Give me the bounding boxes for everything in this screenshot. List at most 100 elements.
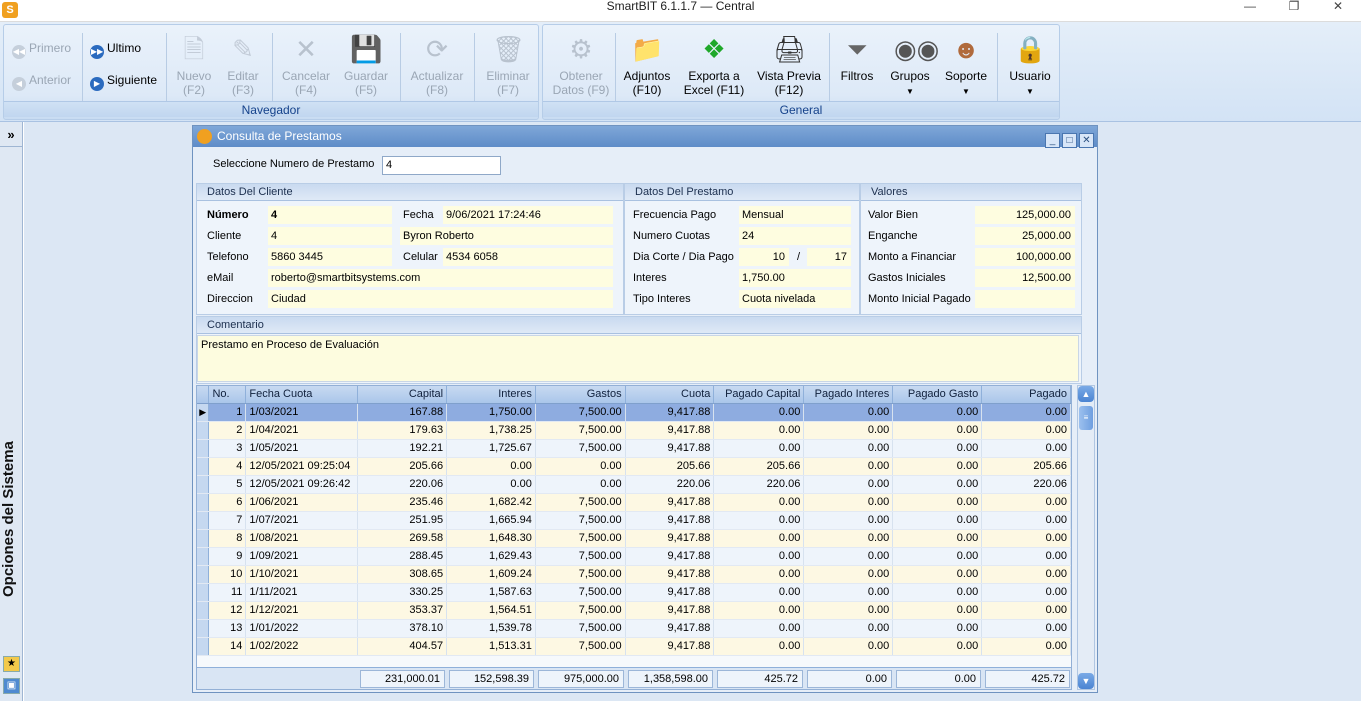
maximize-button[interactable]: ❐ <box>1271 0 1317 13</box>
usuario-button[interactable]: 🔒 Usuario ▼ <box>1003 29 1057 103</box>
column-header[interactable]: Cuota <box>625 386 715 404</box>
column-header[interactable]: No. <box>208 386 247 404</box>
obtener-button[interactable]: ⚙ Obtener Datos (F9) <box>549 29 613 103</box>
table-row[interactable]: 4 12/05/2021 09:25:04 205.66 0.00 0.00 205.66… <box>197 457 1071 476</box>
column-header[interactable]: Interes <box>446 386 536 404</box>
expand-sidebar-button[interactable]: » <box>0 125 22 147</box>
table-cell: 0.00 <box>803 529 894 548</box>
row-indicator[interactable] <box>197 511 210 530</box>
table-row[interactable]: 5 12/05/2021 09:26:42 220.06 0.00 0.00 220.06… <box>197 475 1071 494</box>
total-cell: 975,000.00 <box>538 670 624 688</box>
table-cell: 9,417.88 <box>625 403 715 422</box>
row-indicator[interactable] <box>197 547 210 566</box>
table-cell: 308.65 <box>357 565 448 584</box>
column-header[interactable]: Pagado Capital <box>713 386 805 404</box>
row-indicator[interactable] <box>197 421 210 440</box>
scroll-thumb[interactable]: ≡ <box>1079 406 1093 430</box>
row-indicator[interactable] <box>197 475 210 494</box>
exporta-button[interactable]: ❖ Exporta a Excel (F11) <box>681 29 747 103</box>
window-titlebar: Consulta de Prestamos _ □ ✕ <box>193 126 1097 148</box>
next-button[interactable]: ▶ Siguiente <box>90 71 157 91</box>
soporte-button[interactable]: ☻ Soporte ▼ <box>939 29 993 103</box>
column-header[interactable]: Fecha Cuota <box>245 386 359 404</box>
table-row[interactable]: 3 1/05/2021 192.21 1,725.67 7,500.00 9,417.88… <box>197 439 1071 458</box>
table-row[interactable]: 13 1/01/2022 378.10 1,539.78 7,500.00 9,417.8… <box>197 619 1071 638</box>
comment-text[interactable]: Prestamo en Proceso de Evaluación <box>197 335 1079 382</box>
current-row-indicator-icon[interactable]: ▶ <box>197 403 210 422</box>
table-row[interactable]: 7 1/07/2021 251.95 1,665.94 7,500.00 9,417.88… <box>197 511 1071 530</box>
row-indicator[interactable] <box>197 637 210 656</box>
grid-vertical-scrollbar[interactable]: ▲ ≡ ▼ <box>1077 385 1095 690</box>
consulta-prestamos-window: Consulta de Prestamos _ □ ✕ Seleccione Num… <box>192 125 1098 693</box>
table-row[interactable]: 14 1/02/2022 404.57 1,513.31 7,500.00 9,417.8… <box>197 637 1071 656</box>
row-indicator[interactable] <box>197 601 210 620</box>
nuevo-button[interactable]: 🗎 Nuevo (F2) <box>170 29 218 103</box>
sidebar-tool-icon[interactable]: ★ <box>3 656 20 672</box>
scroll-down-icon[interactable]: ▼ <box>1078 673 1094 689</box>
adjuntos-shortcut: (F10) <box>632 83 662 97</box>
row-indicator[interactable] <box>197 439 210 458</box>
obtener-shortcut: Datos (F9) <box>552 83 610 97</box>
actualizar-button[interactable]: ⟳ Actualizar (F8) <box>404 29 470 103</box>
installments-grid: No. Fecha Cuota Capital Interes Gastos Cuota P… <box>196 385 1072 690</box>
nuevo-label: Nuevo <box>176 69 212 83</box>
table-row[interactable]: 9 1/09/2021 288.45 1,629.43 7,500.00 9,417.88… <box>197 547 1071 566</box>
soporte-label: Soporte <box>944 69 988 83</box>
window-minimize-button[interactable]: _ <box>1045 133 1060 148</box>
window-close-button[interactable]: ✕ <box>1079 133 1094 148</box>
table-cell: 1,609.24 <box>446 565 536 584</box>
window-maximize-button[interactable]: □ <box>1062 133 1077 148</box>
row-indicator[interactable] <box>197 565 210 584</box>
group-navegador-label: Navegador <box>4 101 538 117</box>
table-cell: 0.00 <box>892 619 983 638</box>
editar-label: Editar <box>227 69 259 83</box>
table-row[interactable]: 11 1/11/2021 330.25 1,587.63 7,500.00 9,417.8… <box>197 583 1071 602</box>
sidebar-screen-icon[interactable]: ▣ <box>3 678 20 694</box>
table-cell: 0.00 <box>713 565 805 584</box>
table-row[interactable]: 6 1/06/2021 235.46 1,682.42 7,500.00 9,417.88… <box>197 493 1071 512</box>
last-label: Ultimo <box>107 41 142 55</box>
refresh-icon: ⟳ <box>426 34 448 64</box>
loan-number-input[interactable]: 4 <box>382 156 501 175</box>
grupos-button[interactable]: ◉◉ Grupos ▼ <box>883 29 939 103</box>
row-indicator[interactable] <box>197 619 210 638</box>
row-indicator[interactable] <box>197 493 210 512</box>
table-cell: 1,682.42 <box>446 493 536 512</box>
editar-button[interactable]: ✎ Editar (F3) <box>218 29 268 103</box>
row-indicator[interactable] <box>197 457 210 476</box>
column-header[interactable]: Capital <box>357 386 448 404</box>
table-row[interactable]: 8 1/08/2021 269.58 1,648.30 7,500.00 9,417.88… <box>197 529 1071 548</box>
tipo-interes-value: Cuota nivelada <box>739 290 851 308</box>
column-header[interactable]: Pagado Gasto <box>892 386 983 404</box>
table-row[interactable]: 12 1/12/2021 353.37 1,564.51 7,500.00 9,417.8… <box>197 601 1071 620</box>
exporta-shortcut: Excel (F11) <box>683 83 745 97</box>
close-button[interactable]: ✕ <box>1315 0 1361 13</box>
usuario-label: Usuario <box>1009 69 1051 83</box>
table-cell: 0.00 <box>535 457 626 476</box>
table-row[interactable]: 10 1/10/2021 308.65 1,609.24 7,500.00 9,417.8… <box>197 565 1071 584</box>
table-cell: 0.00 <box>892 637 983 656</box>
first-button[interactable]: ◀◀ Primero <box>12 39 71 59</box>
minimize-button[interactable]: — <box>1227 0 1273 13</box>
row-indicator[interactable] <box>197 583 210 602</box>
table-cell: 167.88 <box>357 403 448 422</box>
guardar-shortcut: (F5) <box>355 83 377 97</box>
eliminar-button[interactable]: 🗑 Eliminar (F7) <box>478 29 538 103</box>
column-header[interactable]: Gastos <box>535 386 626 404</box>
cancelar-button[interactable]: ✕ Cancelar (F4) <box>276 29 336 103</box>
adjuntos-button[interactable]: 📁 Adjuntos (F10) <box>617 29 677 103</box>
table-cell: 0.00 <box>981 511 1071 530</box>
table-row[interactable]: 2 1/04/2021 179.63 1,738.25 7,500.00 9,417.88… <box>197 421 1071 440</box>
table-cell: 9,417.88 <box>625 583 715 602</box>
scroll-up-icon[interactable]: ▲ <box>1078 386 1094 402</box>
filtros-button[interactable]: ⏷ Filtros <box>835 29 879 103</box>
previous-button[interactable]: ◀ Anterior <box>12 71 71 91</box>
vista-previa-button[interactable]: 🖨 Vista Previa (F12) <box>753 29 825 103</box>
trash-icon: 🗑 <box>492 34 526 64</box>
table-row[interactable]: ▶ 1 1/03/2021 167.88 1,750.00 7,500.00 9,417.8… <box>197 403 1071 422</box>
column-header[interactable]: Pagado Interes <box>803 386 894 404</box>
last-button[interactable]: ▶▶ Ultimo <box>90 39 142 59</box>
row-indicator[interactable] <box>197 529 210 548</box>
guardar-button[interactable]: 💾 Guardar (F5) <box>336 29 396 103</box>
column-header[interactable]: Pagado <box>981 386 1071 404</box>
